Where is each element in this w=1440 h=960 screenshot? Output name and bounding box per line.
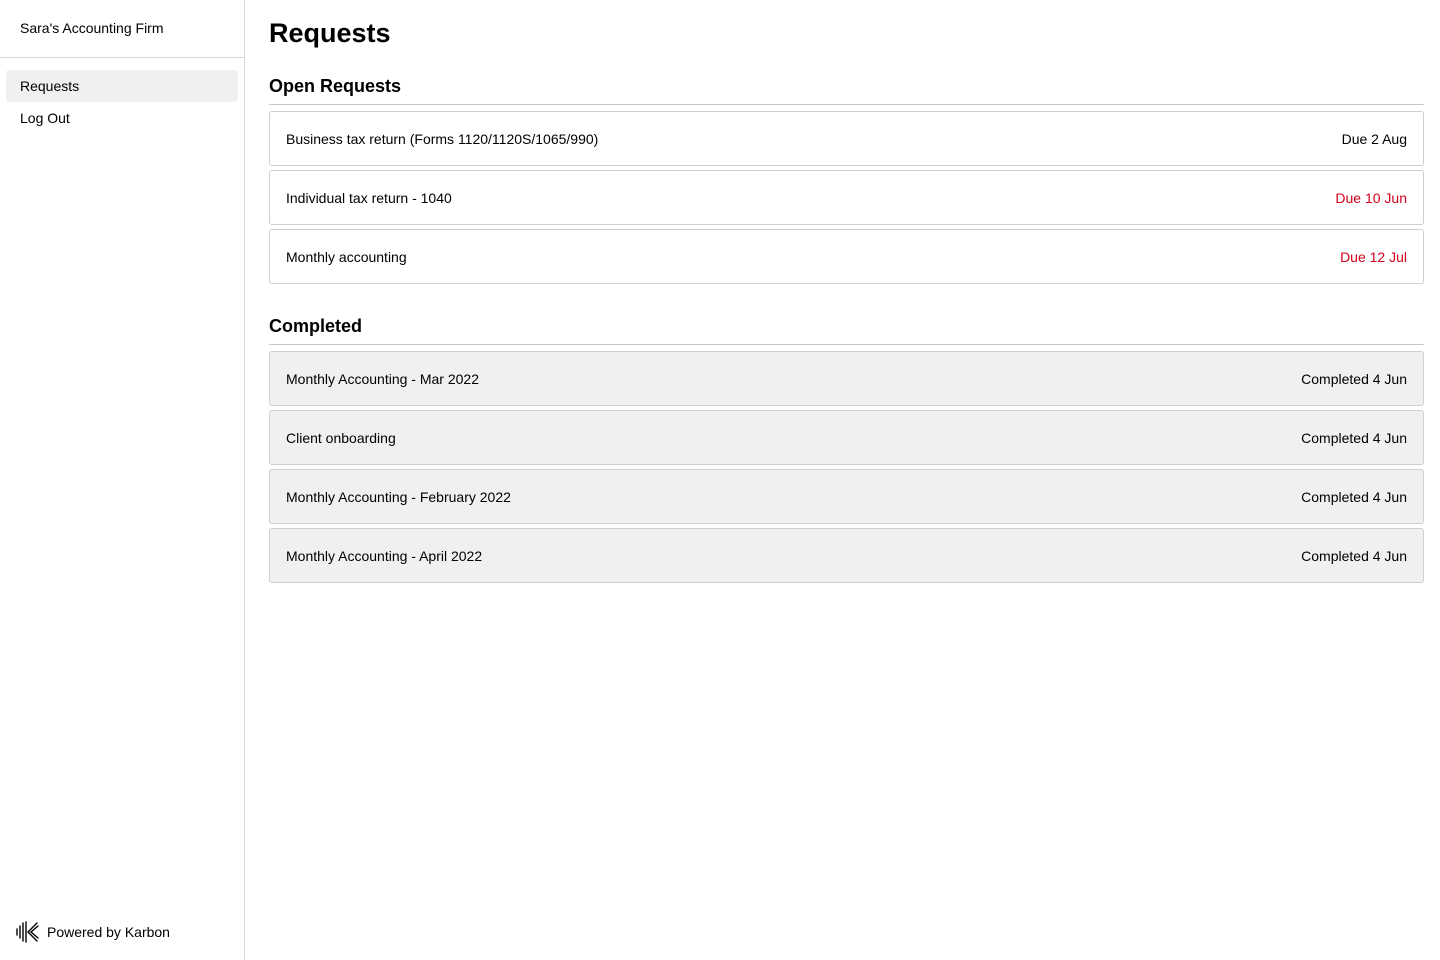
completed-card[interactable]: Monthly Accounting - April 2022 Complete… — [269, 528, 1424, 583]
sidebar-nav: Requests Log Out — [0, 58, 244, 134]
completed-card[interactable]: Monthly Accounting - February 2022 Compl… — [269, 469, 1424, 524]
completed-title: Monthly Accounting - April 2022 — [286, 547, 483, 564]
request-due-date: Due 10 Jun — [1335, 189, 1407, 206]
app-root: Sara's Accounting Firm Requests Log Out … — [0, 0, 1440, 960]
completed-list: Monthly Accounting - Mar 2022 Completed … — [269, 351, 1424, 583]
powered-by-label: Powered by Karbon — [47, 924, 170, 940]
request-due-date: Due 2 Aug — [1341, 130, 1407, 147]
completed-date: Completed 4 Jun — [1301, 370, 1407, 387]
open-requests-list: Business tax return (Forms 1120/1120S/10… — [269, 111, 1424, 284]
sidebar-item-requests[interactable]: Requests — [6, 70, 238, 102]
sidebar-item-log-out[interactable]: Log Out — [6, 102, 238, 134]
request-card[interactable]: Business tax return (Forms 1120/1120S/10… — [269, 111, 1424, 166]
page-title: Requests — [269, 18, 391, 48]
request-card[interactable]: Monthly accounting Due 12 Jul — [269, 229, 1424, 284]
section-title-completed: Completed — [269, 314, 1424, 345]
request-title: Business tax return (Forms 1120/1120S/10… — [286, 130, 599, 147]
request-title: Individual tax return - 1040 — [286, 189, 452, 206]
completed-title: Monthly Accounting - Mar 2022 — [286, 370, 479, 387]
request-title: Monthly accounting — [286, 248, 407, 265]
sidebar: Sara's Accounting Firm Requests Log Out … — [0, 0, 245, 960]
completed-date: Completed 4 Jun — [1301, 488, 1407, 505]
completed-section: Completed Monthly Accounting - Mar 2022 … — [269, 314, 1424, 583]
request-card[interactable]: Individual tax return - 1040 Due 10 Jun — [269, 170, 1424, 225]
completed-title: Client onboarding — [286, 429, 396, 446]
open-requests-section: Open Requests Business tax return (Forms… — [269, 74, 1424, 284]
completed-card[interactable]: Client onboarding Completed 4 Jun — [269, 410, 1424, 465]
karbon-logo-icon — [16, 921, 39, 943]
request-due-date: Due 12 Jul — [1340, 248, 1407, 265]
main-content: Requests Open Requests Business tax retu… — [245, 0, 1440, 960]
powered-by-karbon[interactable]: Powered by Karbon — [16, 921, 170, 943]
completed-card[interactable]: Monthly Accounting - Mar 2022 Completed … — [269, 351, 1424, 406]
completed-date: Completed 4 Jun — [1301, 429, 1407, 446]
section-title-open: Open Requests — [269, 74, 1424, 105]
completed-title: Monthly Accounting - February 2022 — [286, 488, 511, 505]
firm-name: Sara's Accounting Firm — [0, 0, 244, 58]
completed-date: Completed 4 Jun — [1301, 547, 1407, 564]
